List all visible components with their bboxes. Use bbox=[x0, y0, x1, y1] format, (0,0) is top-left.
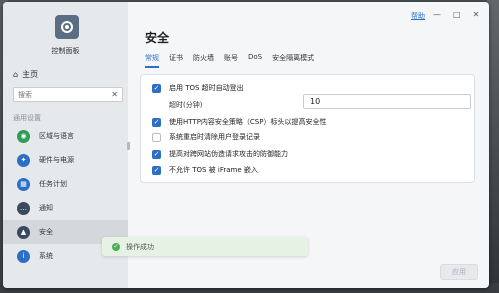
sidebar-item-task-schedule[interactable]: ▦ 任务计划 bbox=[3, 172, 128, 196]
search-input[interactable] bbox=[18, 90, 108, 99]
checkbox[interactable]: ✓ bbox=[152, 117, 161, 127]
control-panel-app-icon bbox=[55, 15, 79, 39]
sidebar-item-notification[interactable]: … 通知 bbox=[3, 196, 128, 220]
maximize-icon[interactable]: □ bbox=[453, 10, 461, 19]
section-general-settings: 通用设置 bbox=[13, 114, 41, 122]
sidebar-home[interactable]: ⌂ 主页 bbox=[13, 68, 38, 80]
sidebar-item-label: 系统 bbox=[39, 252, 53, 260]
tab-account[interactable]: 账号 bbox=[224, 53, 238, 68]
app-title: 控制面板 bbox=[51, 47, 80, 55]
checkbox[interactable]: ✓ bbox=[152, 165, 161, 175]
close-icon[interactable]: ✕ bbox=[111, 90, 118, 99]
timeout-minutes-field[interactable] bbox=[303, 94, 471, 109]
option-clear-login-records[interactable]: 系统重启时清除用户登录记录 bbox=[152, 132, 260, 142]
sidebar-item-label: 通知 bbox=[39, 204, 53, 212]
checkbox[interactable] bbox=[152, 132, 161, 142]
settings-card: ✓ 启用 TOS 超时自动登出 超时(分钟) ✓ 使用HTTP内容安全策略（CS… bbox=[140, 74, 475, 183]
tab-dos[interactable]: DoS bbox=[248, 53, 262, 68]
sidebar-item-hardware-power[interactable]: ✦ 硬件与电源 bbox=[3, 148, 128, 172]
info-icon: i bbox=[17, 249, 30, 263]
success-icon: ✓ bbox=[112, 242, 120, 251]
sidebar-item-label: 安全 bbox=[39, 228, 53, 236]
tab-certificate[interactable]: 证书 bbox=[169, 53, 183, 68]
close-window-icon[interactable]: ✕ bbox=[473, 10, 480, 19]
option-label: 不允许 TOS 被 iFrame 嵌入 bbox=[169, 166, 258, 174]
apply-button[interactable]: 应用 bbox=[440, 264, 478, 280]
toast-message: 操作成功 bbox=[126, 242, 154, 251]
option-disallow-iframe[interactable]: ✓ 不允许 TOS 被 iFrame 嵌入 bbox=[152, 165, 258, 175]
tab-firewall[interactable]: 防火墙 bbox=[193, 53, 214, 68]
sidebar-item-label: 任务计划 bbox=[39, 180, 67, 188]
control-panel-window: 控制面板 ⌂ 主页 ✕ 通用设置 ◉ 区域与语言 ✦ 硬件与电源 ▦ 任务计划 bbox=[3, 2, 489, 288]
success-toast: ✓ 操作成功 bbox=[102, 237, 308, 256]
chat-icon: … bbox=[17, 201, 30, 215]
minimize-icon[interactable]: — bbox=[433, 10, 441, 19]
option-tos-timeout-logout[interactable]: ✓ 启用 TOS 超时自动登出 bbox=[152, 83, 244, 93]
home-icon: ⌂ bbox=[13, 69, 19, 79]
option-label: 使用HTTP内容安全策略（CSP）标头以提高安全性 bbox=[169, 118, 327, 126]
option-label: 系统重启时清除用户登录记录 bbox=[169, 133, 260, 141]
window-controls: — □ ✕ bbox=[433, 10, 479, 19]
globe-icon: ◉ bbox=[17, 129, 30, 143]
home-label: 主页 bbox=[22, 69, 39, 79]
option-csp-header[interactable]: ✓ 使用HTTP内容安全策略（CSP）标头以提高安全性 bbox=[152, 117, 326, 127]
option-label: 提高对跨网站伪造请求攻击的防御能力 bbox=[169, 150, 288, 158]
checkbox[interactable]: ✓ bbox=[152, 149, 161, 159]
tab-general[interactable]: 常规 bbox=[145, 53, 159, 68]
calendar-icon: ▦ bbox=[17, 177, 30, 191]
checkbox[interactable]: ✓ bbox=[152, 83, 161, 93]
sidebar-item-region-language[interactable]: ◉ 区域与语言 bbox=[3, 124, 128, 148]
help-link[interactable]: 帮助 bbox=[411, 11, 425, 21]
tab-bar: 常规 证书 防火墙 账号 DoS 安全隔离模式 bbox=[145, 53, 314, 68]
lock-icon: ▲ bbox=[17, 225, 30, 239]
sidebar-item-label: 硬件与电源 bbox=[39, 156, 74, 164]
timeout-label: 超时(分钟) bbox=[169, 101, 203, 109]
option-label: 启用 TOS 超时自动登出 bbox=[169, 84, 244, 92]
search-box[interactable]: ✕ bbox=[13, 87, 123, 102]
page-title: 安全 bbox=[145, 31, 170, 45]
option-csrf-protection[interactable]: ✓ 提高对跨网站伪造请求攻击的防御能力 bbox=[152, 149, 288, 159]
sidebar-item-label: 区域与语言 bbox=[39, 132, 74, 140]
bulb-icon: ✦ bbox=[17, 153, 30, 167]
tab-security-isolation[interactable]: 安全隔离模式 bbox=[272, 53, 314, 68]
